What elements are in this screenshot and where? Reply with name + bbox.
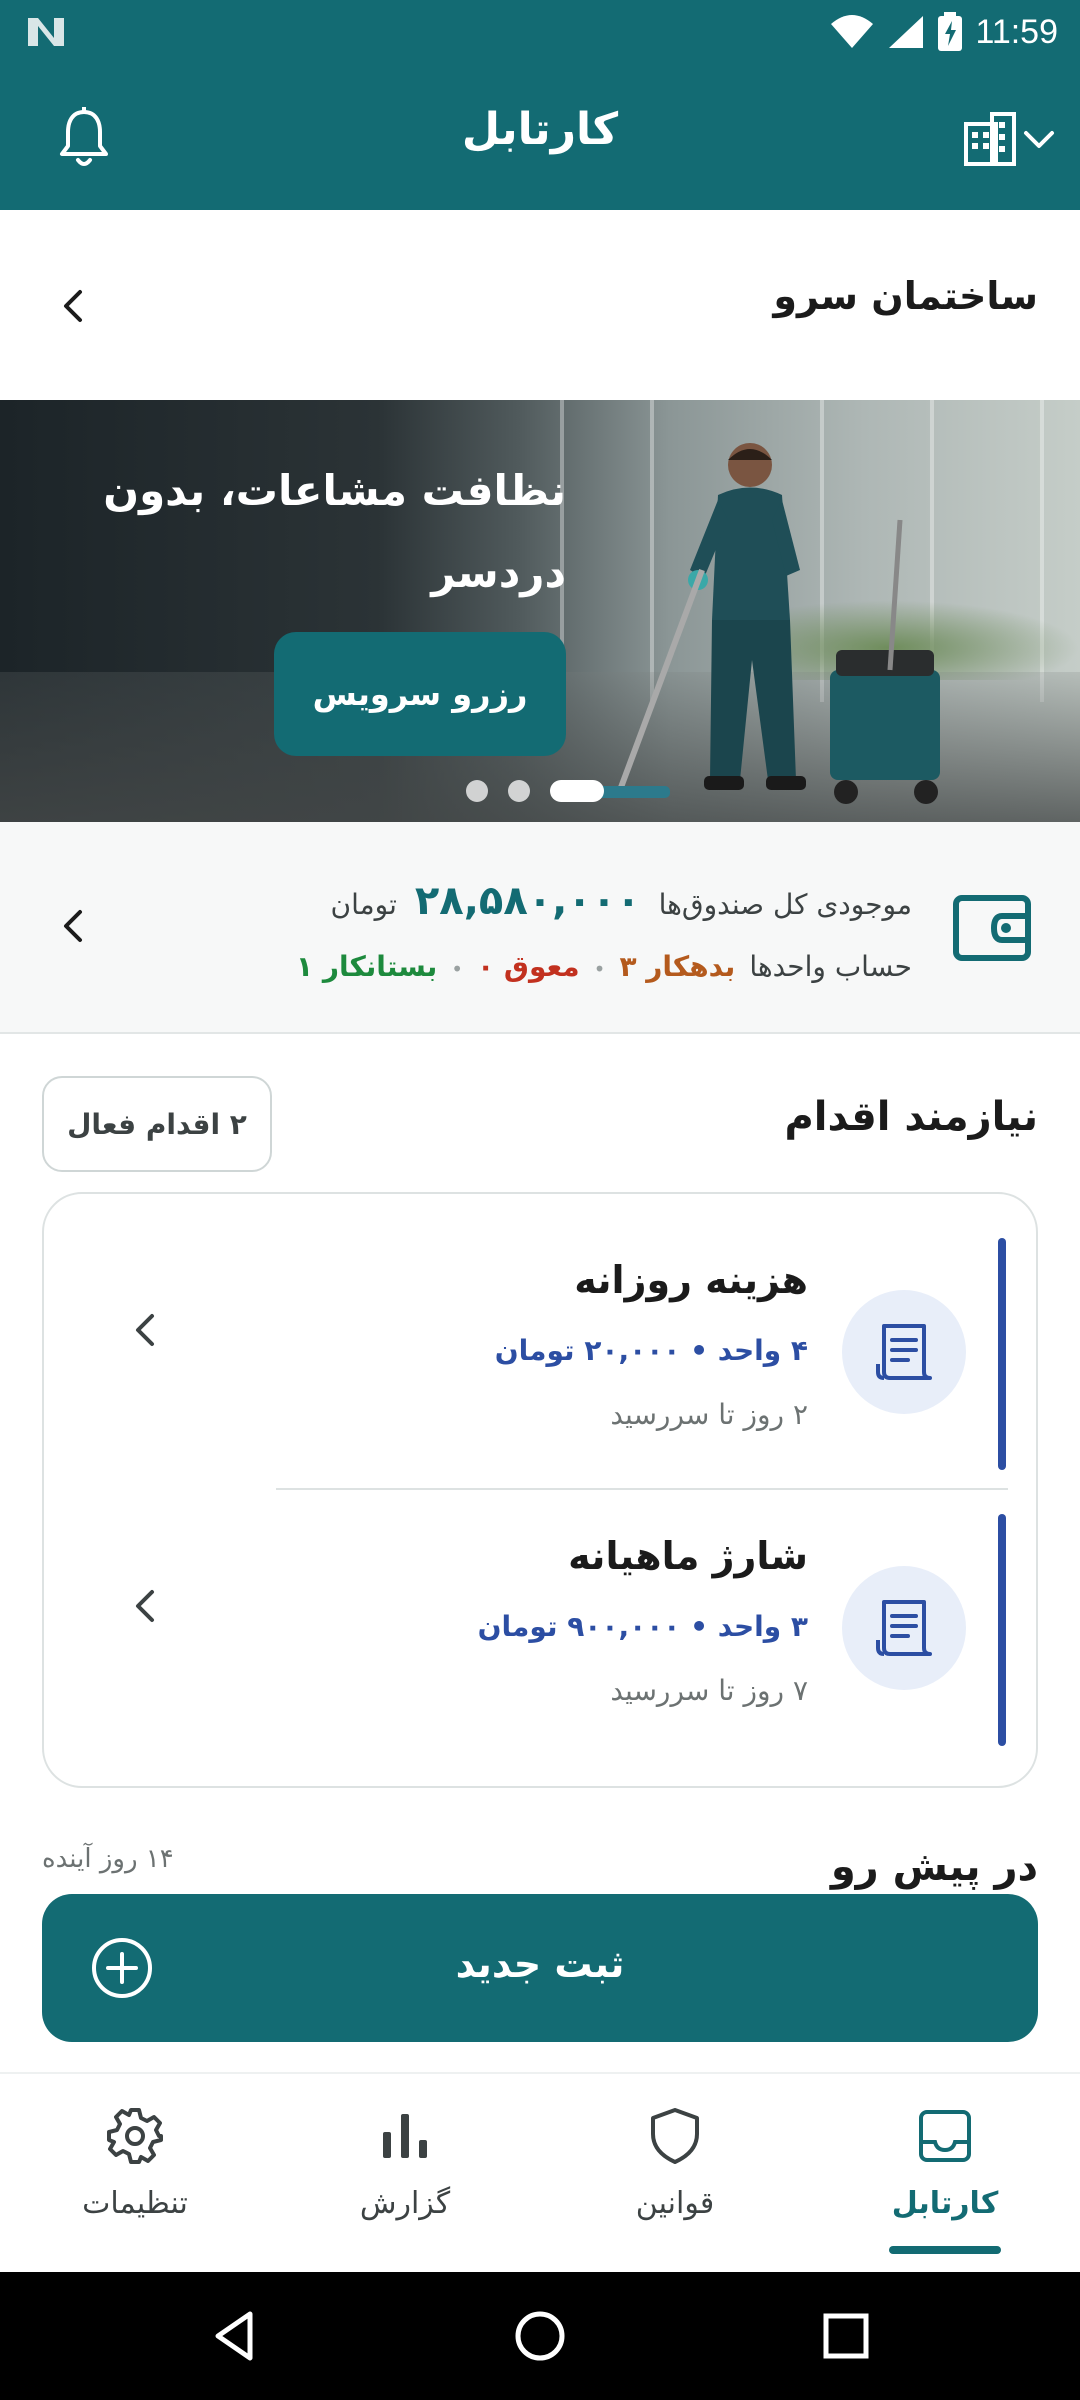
system-navigation-bar: [0, 2272, 1080, 2400]
book-service-button[interactable]: رزرو سرویس: [274, 632, 566, 756]
action-meta: ۴ واحد • ۲۰,۰۰۰ تومان: [494, 1334, 808, 1367]
building-name: ساختمان سرو: [773, 274, 1038, 318]
nav-item-report[interactable]: گزارش: [270, 2074, 540, 2274]
balance-label: موجودی کل صندوق‌ها: [658, 888, 912, 921]
battery-icon: [938, 12, 963, 51]
plus-circle-icon: [92, 1938, 152, 1998]
receipt-icon-badge: [842, 1566, 966, 1690]
action-item[interactable]: هزینه روزانه ۴ واحد • ۲۰,۰۰۰ تومان ۲ روز…: [44, 1194, 1036, 1470]
nav-label: قوانین: [635, 2186, 715, 2221]
building-switcher[interactable]: [962, 110, 1058, 166]
accent-bar: [998, 1514, 1006, 1746]
chevron-left-icon: [136, 1590, 154, 1622]
balance-summary-card[interactable]: موجودی کل صندوق‌ها ۲۸,۵۸۰,۰۰۰ تومان حساب…: [0, 822, 1080, 1034]
carousel-dot[interactable]: [508, 780, 530, 802]
chevron-left-icon: [64, 910, 82, 942]
nav-label: تنظیمات: [82, 2186, 188, 2221]
chevron-left-icon: [136, 1314, 154, 1346]
active-indicator: [889, 2246, 1001, 2254]
recents-icon[interactable]: [818, 2308, 874, 2364]
gear-icon: [107, 2108, 163, 2164]
section-title-upcoming: در پیش رو: [830, 1844, 1038, 1890]
clock: 11:59: [975, 12, 1058, 51]
creditor-count: ۱ بستانکار: [296, 950, 438, 983]
receipt-icon: [876, 1324, 932, 1380]
separator-dot: •: [593, 957, 606, 981]
overdue-count: ۰ معوق: [477, 950, 580, 983]
banner-title: نظافت مشاعات، بدون دردسر: [103, 466, 566, 597]
bar-chart-icon: [383, 2114, 427, 2158]
signal-icon: [889, 16, 924, 48]
carousel-dots: [466, 780, 604, 802]
carousel-dot[interactable]: [466, 780, 488, 802]
shield-icon: [651, 2108, 699, 2164]
promo-banner[interactable]: نظافت مشاعات، بدون دردسر رزرو سرویس: [0, 400, 1080, 822]
action-list-card: هزینه روزانه ۴ واحد • ۲۰,۰۰۰ تومان ۲ روز…: [42, 1192, 1038, 1788]
upcoming-section-header: در پیش رو ۱۴ روز آینده: [0, 1822, 1080, 1892]
carousel-dot-active[interactable]: [550, 780, 604, 802]
inbox-icon: [919, 2110, 971, 2162]
upcoming-range: ۱۴ روز آینده: [42, 1844, 174, 1874]
receipt-icon-badge: [842, 1290, 966, 1414]
cleaner-illustration: [600, 443, 940, 804]
chevron-left-icon: [64, 290, 82, 322]
separator-dot: •: [451, 957, 464, 981]
page-title: کارتابل: [461, 104, 619, 155]
notification-n-icon: [28, 18, 64, 46]
receipt-icon: [876, 1600, 932, 1656]
debtor-count: ۳ بدهکار: [619, 950, 736, 983]
chevron-down-icon: [1024, 131, 1054, 148]
total-balance: موجودی کل صندوق‌ها ۲۸,۵۸۰,۰۰۰ تومان: [331, 878, 912, 924]
action-meta: ۳ واحد • ۹۰۰,۰۰۰ تومان: [477, 1610, 808, 1643]
nav-label: کارتابل: [891, 2186, 999, 2221]
wifi-icon: [831, 15, 874, 48]
action-name: شارژ ماهیانه: [568, 1534, 808, 1578]
nav-item-rules[interactable]: قوانین: [540, 2074, 810, 2274]
wallet-icon: [953, 895, 1031, 961]
back-icon[interactable]: [208, 2308, 264, 2364]
action-name: هزینه روزانه: [574, 1258, 808, 1302]
active-actions-badge[interactable]: ۲ اقدام فعال: [42, 1076, 272, 1172]
section-title-action-needed: نیازمند اقدام: [784, 1094, 1038, 1140]
accounts-label: حساب واحدها: [749, 950, 912, 983]
nav-item-settings[interactable]: تنظیمات: [0, 2074, 270, 2274]
new-entry-button[interactable]: ثبت جدید: [42, 1894, 1038, 2042]
bottom-navigation: کارتابل قوانین گزارش تنظیمات: [0, 2072, 1080, 2272]
action-due: ۲ روز تا سررسید: [610, 1398, 808, 1431]
accent-bar: [998, 1238, 1006, 1470]
nav-item-kartabl[interactable]: کارتابل: [810, 2074, 1080, 2274]
action-item[interactable]: شارژ ماهیانه ۳ واحد • ۹۰۰,۰۰۰ تومان ۷ رو…: [44, 1470, 1036, 1746]
new-entry-label: ثبت جدید: [455, 1942, 625, 1986]
building-selector-row[interactable]: ساختمان سرو: [0, 210, 1080, 400]
app-bar: کارتابل: [0, 64, 1080, 210]
building-icon: [964, 112, 1016, 166]
home-icon[interactable]: [512, 2308, 568, 2364]
status-bar: 11:59: [0, 0, 1080, 64]
nav-label: گزارش: [359, 2186, 451, 2221]
accounts-status: حساب واحدها ۳ بدهکار • ۰ معوق • ۱ بستانک…: [296, 950, 912, 983]
balance-currency: تومان: [330, 888, 397, 921]
balance-amount: ۲۸,۵۸۰,۰۰۰: [414, 878, 641, 924]
action-due: ۷ روز تا سررسید: [610, 1674, 808, 1707]
